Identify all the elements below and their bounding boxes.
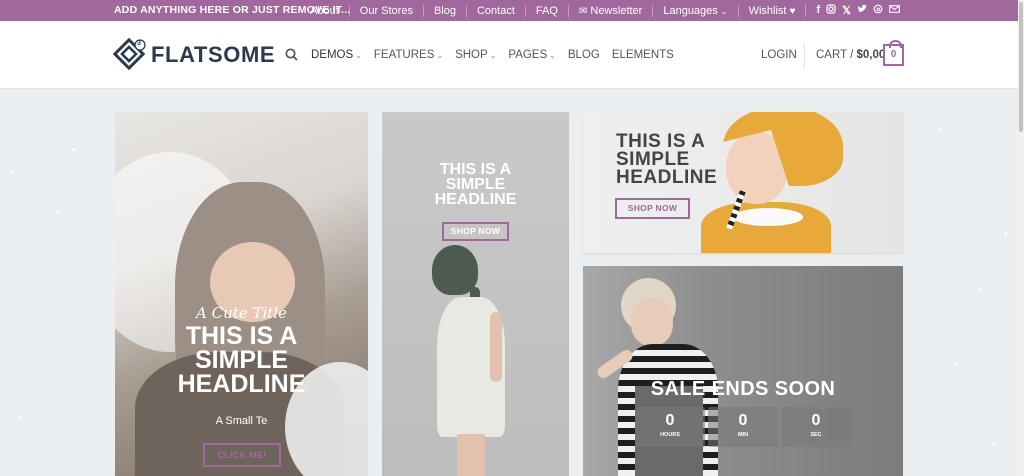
banner-sale-countdown[interactable]: SALE ENDS SOON 0 HOURS 0 MIN 0 SEC [583,266,903,476]
top-link-contact[interactable]: Contact [465,4,525,17]
countdown-timer: 0 HOURS 0 MIN 0 SEC [635,407,851,447]
banner-toddler-bonnet[interactable]: THIS IS A SIMPLE HEADLINE SHOP NOW [583,112,903,253]
logo-text: FLATSOME [151,42,276,67]
chevron-down-icon: ⌄ [720,6,728,16]
email-icon[interactable] [889,4,900,17]
instagram-icon[interactable] [826,4,836,17]
top-link-faq[interactable]: FAQ [524,4,568,17]
cart-total: $0,00 [856,49,886,61]
banner3-headline: THIS IS A SIMPLE HEADLINE [616,131,718,189]
nav-item-blog[interactable]: BLOG [568,49,600,61]
snow-dot [978,288,981,291]
arm-shape [490,312,502,382]
chevron-down-icon: ⌄ [549,51,556,60]
chevron-down-icon: ⌄ [436,51,444,60]
script-title: A Cute Title [196,304,287,322]
face-shape [631,298,673,346]
cart-link[interactable]: CART / $0,00 [816,49,885,61]
top-link-blog[interactable]: Blog [422,4,466,17]
chevron-down-icon: ⌄ [489,51,497,60]
login-link[interactable]: LOGIN [761,49,797,61]
sale-headline: SALE ENDS SOON [650,378,836,400]
heart-icon: ♥ [789,5,796,17]
banner1-headline: THIS IS A SIMPLE HEADLINE [177,322,306,398]
page-scrollbar[interactable] [1018,0,1024,476]
nav-item-shop[interactable]: SHOP ⌄ [455,49,496,61]
social-icons: f 𝕏 [805,4,900,17]
banner1-small-text: A Small Te [215,415,268,427]
top-link-about[interactable]: About [300,5,349,17]
nav-item-features[interactable]: FEATURES ⌄ [374,49,443,61]
scrollbar-thumb[interactable] [1019,2,1023,132]
main-nav: DEMOS ⌄ FEATURES ⌄ SHOP ⌄ PAGES ⌄ BLOG ELEME… [285,48,686,62]
nav-item-pages[interactable]: PAGES ⌄ [508,49,555,61]
snow-dot [954,362,957,365]
facebook-icon[interactable]: f [816,4,820,17]
countdown-hours: 0 HOURS [635,407,705,447]
banner2-headline: THIS IS A SIMPLE HEADLINE [434,161,517,209]
top-link-languages[interactable]: Languages ⌄ [652,4,737,17]
snow-dot [72,148,75,151]
logo-badge: 3 [137,40,141,47]
countdown-minutes: 0 MIN [708,407,778,447]
banner-child-hat[interactable]: THIS IS A SIMPLE HEADLINE SHOP NOW [382,112,569,476]
top-links: About Our Stores Blog Contact FAQ ✉ News… [300,4,900,17]
nav-item-demos[interactable]: DEMOS ⌄ [311,49,362,61]
main-header: 3 FLATSOME DEMOS ⌄ FEATURES ⌄ SHOP ⌄ PAGES ⌄… [0,21,1018,89]
banner-baby-sleeping[interactable]: A Cute Title THIS IS A SIMPLE HEADLINE A… [115,112,368,476]
shop-now-button[interactable]: SHOP NOW [615,198,690,219]
twitter-icon[interactable] [857,4,867,17]
envelope-icon: ✉ [578,5,588,17]
snow-dot [10,170,13,173]
search-icon[interactable] [285,48,299,62]
top-bar: ADD ANYTHING HERE OR JUST REMOVE IT... A… [0,0,1018,21]
snow-dot [56,210,59,213]
top-link-newsletter[interactable]: ✉ Newsletter [567,4,652,17]
snow-dot [18,416,21,419]
countdown-seconds: 0 SEC [781,407,851,447]
top-link-our-stores[interactable]: Our Stores [348,4,423,17]
site-logo[interactable]: 3 FLATSOME [112,37,276,72]
cart-count-icon[interactable]: 0 [883,40,904,66]
x-icon[interactable]: 𝕏 [842,4,851,17]
top-link-wishlist[interactable]: Wishlist ♥ [737,4,806,17]
collar-shape [733,208,803,226]
header-divider [804,44,805,68]
threads-icon[interactable] [873,4,883,17]
snow-dot [992,442,995,445]
legs-shape [457,434,485,476]
chevron-down-icon: ⌄ [355,51,362,60]
nav-item-elements[interactable]: ELEMENTS [612,49,674,61]
shop-now-button[interactable]: SHOP NOW [442,222,509,241]
click-me-button[interactable]: CLICK ME! [203,443,281,467]
snow-dot [1004,232,1007,235]
logo-mark-icon: 3 [112,37,147,72]
snow-dot [938,128,941,131]
